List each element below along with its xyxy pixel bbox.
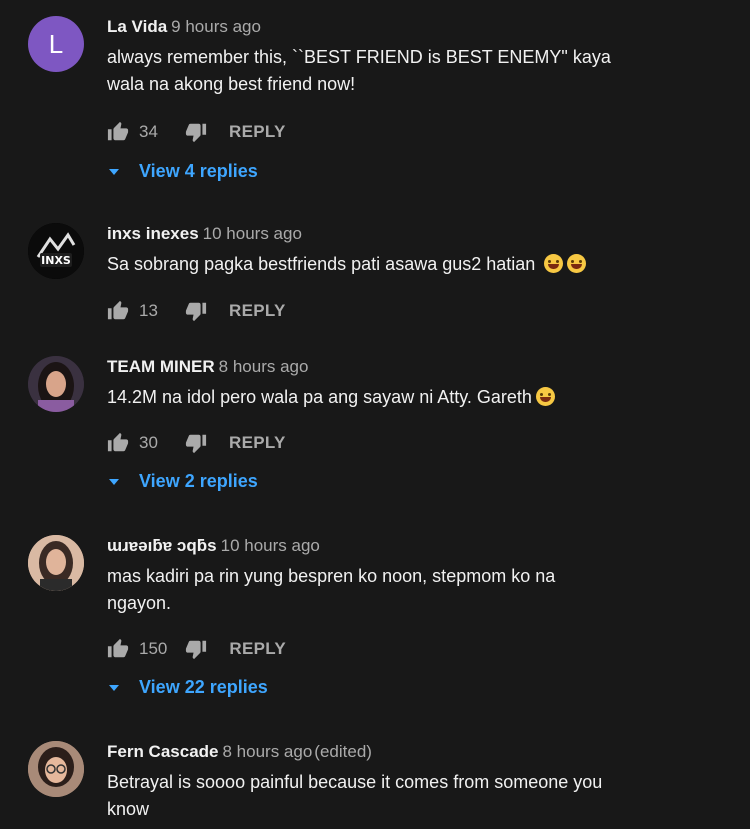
thumbs-down-icon[interactable]	[185, 638, 207, 660]
comment-author[interactable]: TEAM MINER	[107, 357, 215, 376]
reply-button[interactable]: REPLY	[229, 639, 286, 659]
comment-text-line: know	[107, 799, 150, 819]
comment-time[interactable]: 8 hours ago	[219, 357, 309, 376]
laughing-emoji-icon	[535, 387, 555, 406]
view-replies-label: View 22 replies	[139, 677, 268, 697]
comment-time[interactable]: 10 hours ago	[203, 224, 302, 243]
comment-actions: 150 REPLY	[107, 637, 286, 661]
comment-author[interactable]: Fern Cascade	[107, 742, 219, 761]
thumbs-up-icon[interactable]	[107, 300, 129, 322]
chevron-down-icon	[109, 168, 119, 175]
chevron-down-icon	[109, 478, 119, 485]
like-count: 150	[139, 639, 168, 658]
inxs-logo-icon: INXS	[28, 223, 84, 279]
comment-text: mas kadiri pa rin yung bespren ko noon, …	[107, 563, 710, 617]
like-count: 30	[139, 433, 158, 452]
avatar[interactable]: L	[28, 16, 84, 72]
thumbs-up-icon[interactable]	[107, 432, 129, 454]
comment-actions: 30 REPLY	[107, 431, 286, 455]
reply-button[interactable]: REPLY	[229, 433, 286, 453]
comment-text: Sa sobrang pagka bestfriends pati asawa …	[107, 251, 710, 278]
comment-author[interactable]: ɯɹɐǝıƃɐ ɔqƃs	[107, 536, 217, 555]
svg-text:INXS: INXS	[41, 254, 71, 267]
comment-text: Betrayal is soooo painful because it com…	[107, 769, 710, 823]
reply-button[interactable]: REPLY	[229, 122, 286, 142]
smirking-emoji-icon	[567, 254, 587, 273]
view-replies-button[interactable]: View 4 replies	[107, 161, 258, 182]
view-replies-button[interactable]: View 2 replies	[107, 471, 258, 492]
thumbs-down-icon[interactable]	[185, 121, 207, 143]
comment-text-line: mas kadiri pa rin yung bespren ko noon, …	[107, 566, 556, 586]
chevron-down-icon	[109, 684, 119, 691]
comment-text: always remember this, ``BEST FRIEND is B…	[107, 44, 710, 98]
avatar-letter: L	[48, 28, 64, 59]
like-count: 13	[139, 301, 158, 320]
profile-photo-icon	[28, 741, 84, 797]
avatar[interactable]: INXS	[28, 223, 84, 279]
comment-author[interactable]: inxs inexes	[107, 224, 199, 243]
comment-text-line: 14.2M na idol pero wala pa ang sayaw ni …	[107, 387, 532, 407]
reply-button[interactable]: REPLY	[229, 301, 286, 321]
profile-photo-icon	[28, 356, 84, 412]
comment-time[interactable]: 9 hours ago	[171, 17, 261, 36]
view-replies-label: View 2 replies	[139, 471, 258, 491]
thumbs-down-icon[interactable]	[185, 432, 207, 454]
view-replies-button[interactable]: View 22 replies	[107, 677, 268, 698]
thumbs-up-icon[interactable]	[107, 121, 129, 143]
profile-photo-icon	[28, 535, 84, 591]
comment-text-line: Betrayal is soooo painful because it com…	[107, 772, 603, 792]
edited-label: (edited)	[314, 742, 372, 761]
like-count: 34	[139, 122, 158, 141]
avatar[interactable]	[28, 535, 84, 591]
comment-text-line: ngayon.	[107, 593, 172, 613]
comment-text: 14.2M na idol pero wala pa ang sayaw ni …	[107, 384, 710, 411]
comment-text-line: always remember this, ``BEST FRIEND is B…	[107, 47, 611, 67]
comment-actions: 34 REPLY	[107, 120, 286, 144]
avatar[interactable]	[28, 356, 84, 412]
comment-time[interactable]: 8 hours ago	[223, 742, 313, 761]
thumbs-down-icon[interactable]	[185, 300, 207, 322]
view-replies-label: View 4 replies	[139, 161, 258, 181]
comment-author[interactable]: La Vida	[107, 17, 167, 36]
avatar[interactable]	[28, 741, 84, 797]
comment-text-line: wala na akong best friend now!	[107, 74, 356, 94]
comment-actions: 13 REPLY	[107, 299, 286, 323]
comment-time[interactable]: 10 hours ago	[221, 536, 320, 555]
comment-text-line: Sa sobrang pagka bestfriends pati asawa …	[107, 254, 536, 274]
grinning-emoji-icon	[544, 254, 564, 273]
thumbs-up-icon[interactable]	[107, 638, 129, 660]
